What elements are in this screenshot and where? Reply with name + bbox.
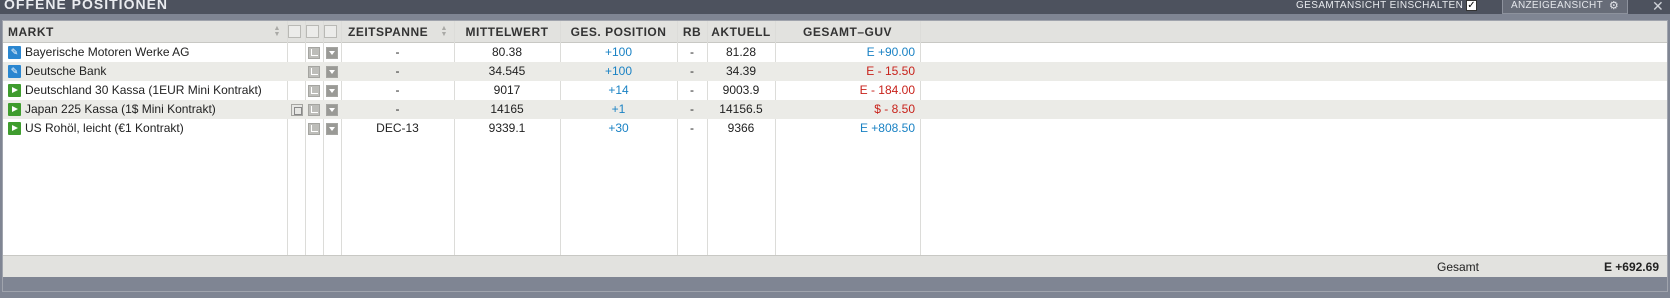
position-value[interactable]: +30 xyxy=(560,119,677,138)
markt-name: US Rohöl, leicht (€1 Kontrakt) xyxy=(25,121,184,135)
zeitspanne-value: - xyxy=(395,102,400,116)
chart-icon[interactable] xyxy=(308,47,320,59)
chevron-down-icon[interactable] xyxy=(326,123,338,135)
mittelwert-value: 9017 xyxy=(493,83,521,97)
position-value[interactable]: +1 xyxy=(560,100,677,119)
sort-zeitspanne-icon[interactable]: ▲ ▼ xyxy=(440,25,448,38)
chevron-down-icon[interactable] xyxy=(326,66,338,78)
chart-icon[interactable] xyxy=(308,104,320,116)
mittelwert-value: 34.545 xyxy=(488,64,526,78)
rb-value: - xyxy=(690,83,694,97)
window-title: OFFENE POSITIONEN xyxy=(4,0,169,12)
sort-markt-icon[interactable]: ▲ ▼ xyxy=(273,25,281,38)
markt-name: Japan 225 Kassa (1$ Mini Kontrakt) xyxy=(25,102,216,116)
position-value[interactable]: +14 xyxy=(560,81,677,100)
col-position-header[interactable]: GES. POSITION xyxy=(560,21,677,43)
aktuell-value: 9366 xyxy=(727,121,755,135)
chart-icon[interactable] xyxy=(308,123,320,135)
chart-icon[interactable] xyxy=(308,85,320,97)
document-icon[interactable] xyxy=(291,104,303,116)
col-zeitspanne-header[interactable]: ZEITSPANNE xyxy=(348,21,428,43)
col-mittelwert-header[interactable]: MITTELWERT xyxy=(454,21,560,43)
header-chart-icon[interactable] xyxy=(306,25,319,38)
aktuell-value: 9003.9 xyxy=(722,83,760,97)
mittelwert-value: 14165 xyxy=(490,102,524,116)
table-row[interactable]: ✎ Bayerische Motoren Werke AG -80.38 +100-8… xyxy=(3,43,1667,62)
rb-value: - xyxy=(690,121,694,135)
title-bar: OFFENE POSITIONEN GESAMTANSICHT EINSCHAL… xyxy=(0,0,1670,14)
play-icon[interactable] xyxy=(8,122,21,135)
col-guv-header[interactable]: GESAMT–GUV xyxy=(775,21,920,43)
position-value[interactable]: +100 xyxy=(560,43,677,62)
guv-value: E - 184.00 xyxy=(859,83,915,97)
markt-name: Bayerische Motoren Werke AG xyxy=(25,45,190,59)
gesamtansicht-toggle-label[interactable]: GESAMTANSICHT EINSCHALTEN xyxy=(1296,0,1463,12)
footer-total: E +692.69 xyxy=(1603,260,1659,274)
bottom-strip xyxy=(3,277,1667,291)
table-header: MARKT ▲ ▼ ZEITSPANNE ▲ ▼ MITTELWERT GES. P… xyxy=(3,21,1667,43)
zeitspanne-value: DEC-13 xyxy=(376,121,419,135)
gesamtansicht-checkbox[interactable]: ✓ xyxy=(1466,0,1477,11)
guv-value: E +808.50 xyxy=(859,121,915,135)
play-icon[interactable] xyxy=(8,84,21,97)
table-footer: Gesamt E +692.69 xyxy=(3,255,1667,277)
zeitspanne-value: - xyxy=(395,64,400,78)
chevron-down-icon[interactable] xyxy=(326,85,338,97)
anzeigeansicht-button[interactable]: ANZEIGEANSICHT ⚙ xyxy=(1502,0,1628,14)
positions-panel: MARKT ▲ ▼ ZEITSPANNE ▲ ▼ MITTELWERT GES. P… xyxy=(2,20,1668,292)
zeitspanne-value: - xyxy=(395,45,400,59)
chevron-down-icon[interactable] xyxy=(326,47,338,59)
edit-icon[interactable]: ✎ xyxy=(8,46,21,59)
table-row[interactable]: US Rohöl, leicht (€1 Kontrakt) DEC-13 9339… xyxy=(3,119,1667,138)
aktuell-value: 14156.5 xyxy=(719,102,763,116)
col-aktuell-header[interactable]: AKTUELL xyxy=(707,21,775,43)
markt-name: Deutschland 30 Kassa (1EUR Mini Kontrakt… xyxy=(25,83,262,97)
zeitspanne-value: - xyxy=(395,83,400,97)
guv-value: E - 15.50 xyxy=(866,64,915,78)
position-value[interactable]: +100 xyxy=(560,62,677,81)
aktuell-value: 81.28 xyxy=(725,45,757,59)
footer-label: Gesamt xyxy=(1437,260,1480,274)
mittelwert-value: 9339.1 xyxy=(488,121,526,135)
guv-value: $ - 8.50 xyxy=(874,102,915,116)
gear-icon: ⚙ xyxy=(1608,0,1619,12)
chart-icon[interactable] xyxy=(308,66,320,78)
table-row[interactable]: Japan 225 Kassa (1$ Mini Kontrakt) - 14165… xyxy=(3,100,1667,119)
aktuell-value: 34.39 xyxy=(725,64,757,78)
header-doc-icon[interactable] xyxy=(288,25,301,38)
anzeigeansicht-label: ANZEIGEANSICHT xyxy=(1511,0,1603,11)
markt-name: Deutsche Bank xyxy=(25,64,107,78)
close-icon[interactable]: ✕ xyxy=(1652,0,1664,15)
col-markt-header[interactable]: MARKT xyxy=(8,21,54,43)
edit-icon[interactable]: ✎ xyxy=(8,65,21,78)
table-row[interactable]: Deutschland 30 Kassa (1EUR Mini Kontrakt… xyxy=(3,81,1667,100)
rb-value: - xyxy=(690,64,694,78)
play-icon[interactable] xyxy=(8,103,21,116)
mittelwert-value: 80.38 xyxy=(491,45,523,59)
col-rb-header[interactable]: RB xyxy=(677,21,707,43)
header-dropdown-icon[interactable] xyxy=(324,25,337,38)
rb-value: - xyxy=(690,102,694,116)
table-row[interactable]: ✎ Deutsche Bank -34.545 +100-34.39 E - 15.50 xyxy=(3,62,1667,81)
chevron-down-icon[interactable] xyxy=(326,104,338,116)
guv-value: E +90.00 xyxy=(866,45,915,59)
rb-value: - xyxy=(690,45,694,59)
